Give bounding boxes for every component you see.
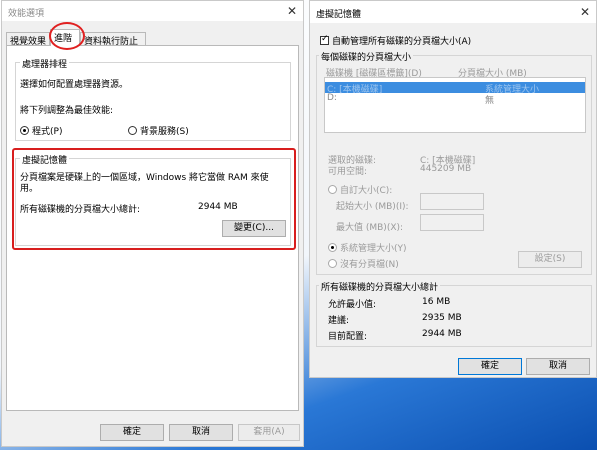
radio-label: 自訂大小(C): [340,186,393,196]
initial-size-input[interactable] [420,193,484,210]
free-space-label: 可用空間: [328,167,368,177]
radio-icon [328,185,337,194]
tab-visual-effects[interactable]: 視覺效果 [6,32,50,47]
auto-manage-checkbox[interactable]: 自動管理所有磁碟的分頁檔大小(A) [320,34,471,47]
cancel-button[interactable]: 取消 [526,358,590,375]
dialog-title: 效能選項 [8,9,45,19]
radio-background[interactable]: 背景服務(S) [128,124,189,137]
radio-label: 系統管理大小(Y) [340,244,407,254]
current-value: 2944 MB [422,329,462,339]
change-button[interactable]: 變更(C)... [222,220,286,237]
list-item[interactable]: C: [本機磁碟] 系統管理大小 [325,82,585,95]
drive-size: 無 [485,96,495,106]
radio-custom-size[interactable]: 自訂大小(C): [328,183,392,196]
group-title: 每個磁碟的分頁檔大小 [319,50,414,63]
group-title: 處理器排程 [20,57,70,70]
tab-advanced[interactable]: 進階 [50,29,80,46]
group-title: 所有磁碟機的分頁檔大小總計 [319,280,441,293]
initial-size-label: 起始大小 (MB)(I): [336,202,409,212]
min-value: 16 MB [422,297,451,307]
radio-icon [328,259,337,268]
close-icon[interactable]: ✕ [287,4,297,18]
cancel-button[interactable]: 取消 [169,424,233,441]
virtual-memory-group: 虛擬記憶體 分頁檔案是硬碟上的一個區域，Windows 將它當做 RAM 來使用… [15,153,291,246]
radio-selected-icon [328,243,337,252]
total-size-label: 所有磁碟機的分頁檔大小總計: [20,205,141,215]
set-button[interactable]: 設定(S) [518,251,582,268]
radio-selected-icon [20,126,29,135]
radio-label: 沒有分頁檔(N) [340,260,399,270]
title-bar: 效能選項 ✕ [2,1,303,21]
vmem-desc: 分頁檔案是硬碟上的一個區域，Windows 將它當做 RAM 來使用。 [20,173,269,194]
recommended-value: 2935 MB [422,313,462,323]
radio-programs[interactable]: 程式(P) [20,124,62,137]
tab-label: 進階 [54,34,73,44]
max-size-input[interactable] [420,214,484,231]
group-title: 虛擬記憶體 [20,153,70,166]
free-space-value: 445209 MB [420,164,472,174]
tab-page-advanced: 處理器排程 選擇如何配置處理器資源。 將下列調整為最佳效能: 程式(P) 背景服… [6,45,299,411]
virtual-memory-dialog: 虛擬記憶體 ✕ 自動管理所有磁碟的分頁檔大小(A) 每個磁碟的分頁檔大小 磁碟機… [309,0,597,378]
performance-options-dialog: 效能選項 ✕ 視覺效果 進階 資料執行防止 處理器排程 選擇如何配置處理器資源。… [1,0,304,447]
min-label: 允許最小值: [328,300,377,310]
checkbox-checked-icon [320,34,329,45]
apply-button[interactable]: 套用(A) [238,424,300,441]
radio-label: 背景服務(S) [140,127,189,137]
drive-list[interactable]: C: [本機磁碟] 系統管理大小 D: 無 [324,77,586,133]
ok-button[interactable]: 確定 [458,358,522,375]
radio-system-managed[interactable]: 系統管理大小(Y) [328,241,407,254]
radio-icon [128,126,137,135]
processor-desc: 選擇如何配置處理器資源。 [20,80,129,90]
close-icon[interactable]: ✕ [580,5,590,19]
adjust-label: 將下列調整為最佳效能: [20,106,114,116]
ok-button[interactable]: 確定 [100,424,164,441]
drive-name: D: [327,93,337,103]
radio-label: 程式(P) [32,127,63,137]
radio-no-paging[interactable]: 沒有分頁檔(N) [328,257,399,270]
processor-scheduling-group: 處理器排程 選擇如何配置處理器資源。 將下列調整為最佳效能: 程式(P) 背景服… [15,57,291,141]
max-size-label: 最大值 (MB)(X): [336,223,404,233]
total-size-value: 2944 MB [198,202,238,212]
title-bar: 虛擬記憶體 ✕ [310,1,596,23]
dialog-title: 虛擬記憶體 [316,10,362,20]
checkbox-label: 自動管理所有磁碟的分頁檔大小(A) [332,37,472,47]
tab-dep[interactable]: 資料執行防止 [80,32,146,47]
current-label: 目前配置: [328,332,368,342]
recommended-label: 建議: [328,316,350,326]
list-item[interactable]: D: 無 [325,93,585,106]
